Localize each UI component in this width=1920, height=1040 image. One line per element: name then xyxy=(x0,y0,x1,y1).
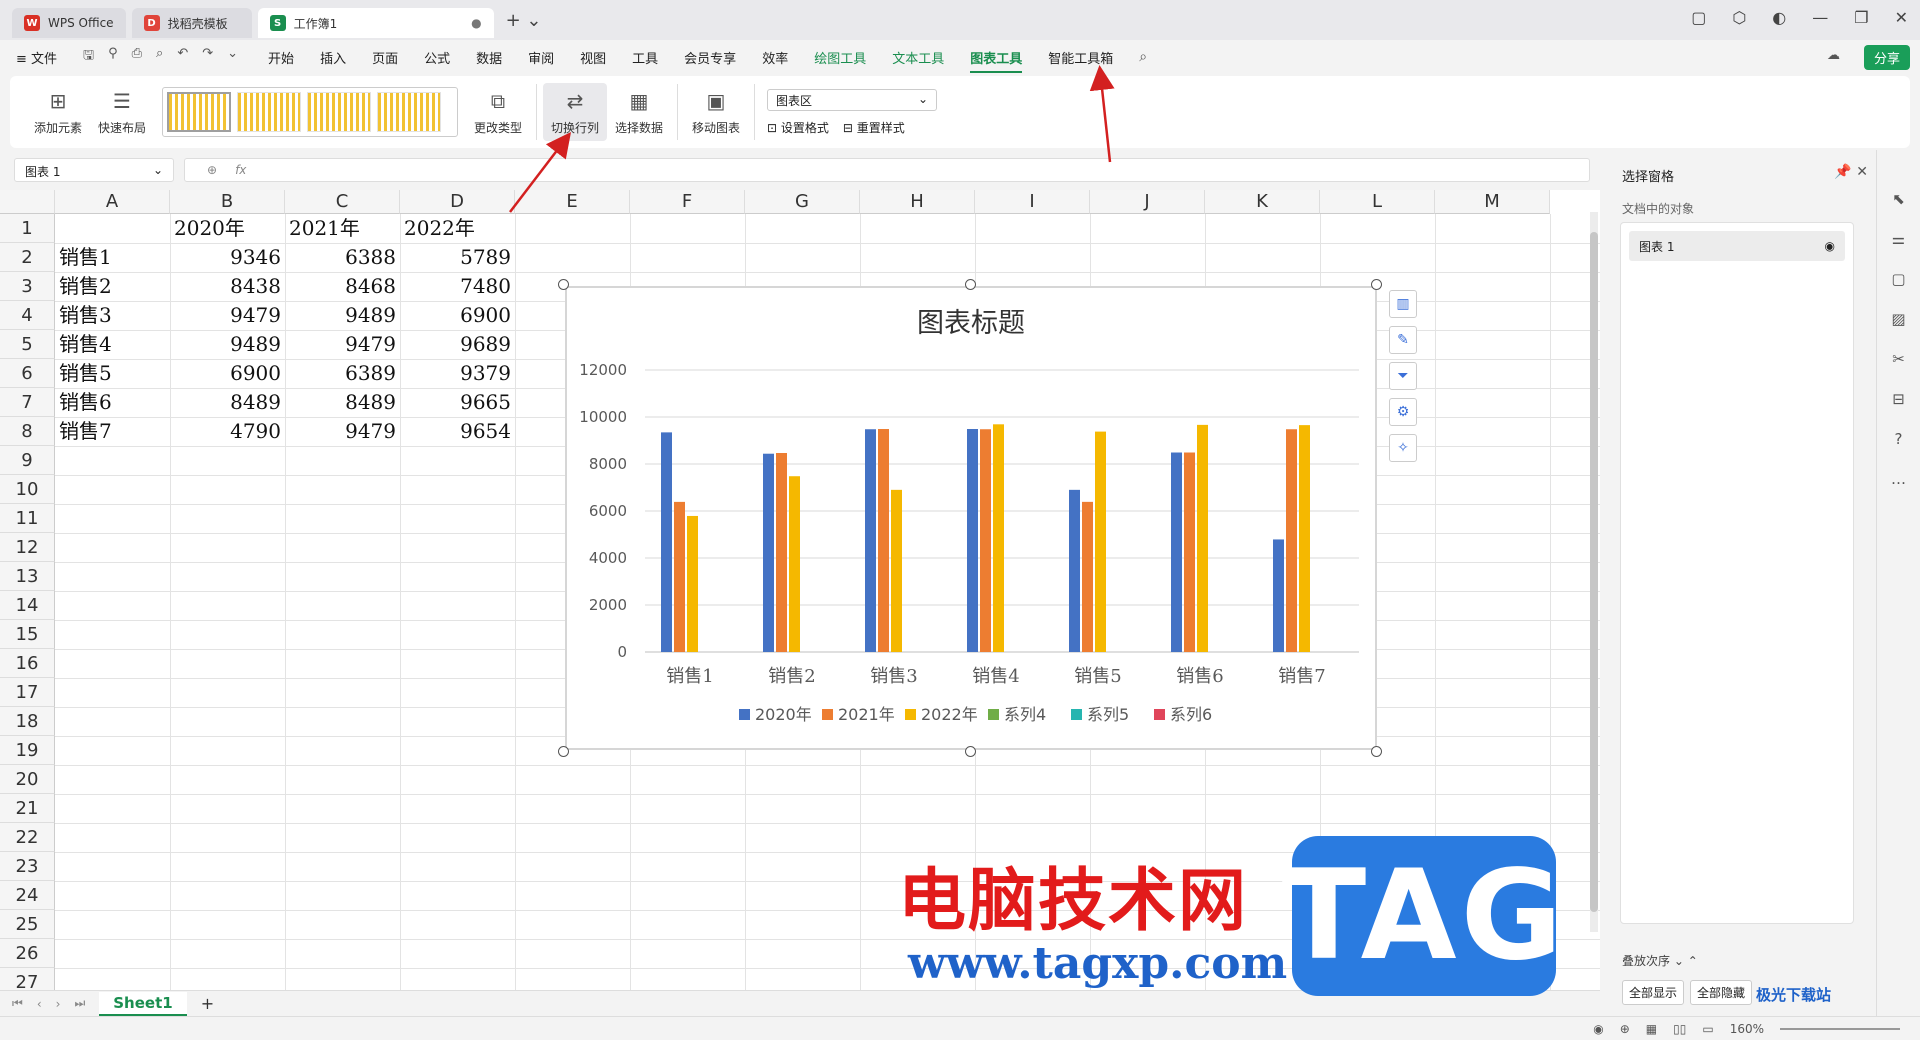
corner-logo: 极光下载站 xyxy=(1756,986,1832,1004)
tag-logo: TAG xyxy=(1282,836,1562,996)
watermark-text: 电脑技术网 xyxy=(898,862,1249,941)
watermark-url: www.tagxp.com xyxy=(908,938,1288,989)
arrow-to-switch-row-col xyxy=(509,132,572,213)
arrow-to-chart-tools xyxy=(1089,65,1115,163)
